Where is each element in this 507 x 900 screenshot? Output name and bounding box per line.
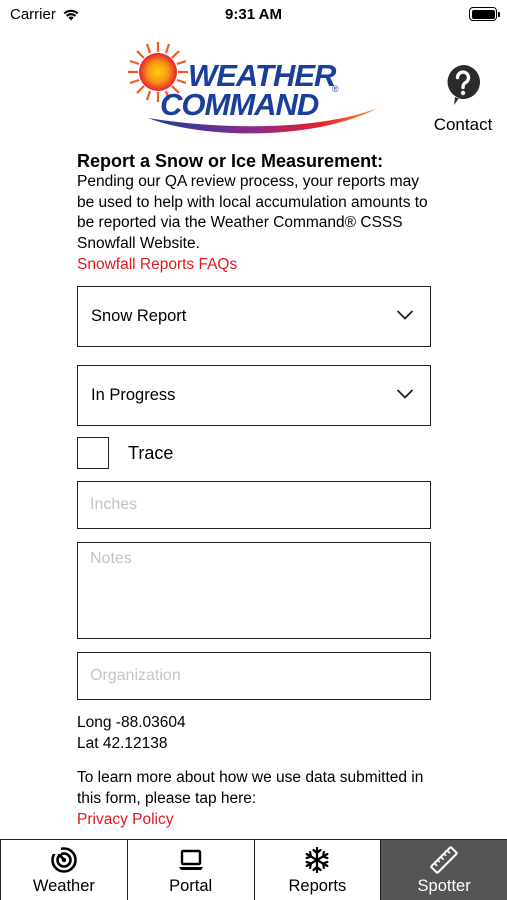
privacy-section: To learn more about how we use data subm… [77, 767, 437, 830]
weather-command-logo: WEATHER COMMAND ® [126, 36, 382, 140]
battery-icon [469, 7, 500, 21]
chevron-down-icon [396, 310, 414, 320]
location-coordinates: Long -88.03604 Lat 42.12138 [77, 712, 186, 754]
status-time: 9:31 AM [225, 6, 282, 23]
privacy-text: To learn more about how we use data subm… [77, 769, 424, 807]
tab-weather[interactable]: Weather [0, 840, 128, 900]
privacy-policy-link[interactable]: Privacy Policy [77, 809, 437, 830]
report-type-select[interactable]: Snow Report [77, 286, 431, 347]
contact-label: Contact [433, 115, 493, 134]
page-title: Report a Snow or Ice Measurement: [77, 151, 384, 171]
latitude-text: Lat 42.12138 [77, 735, 168, 752]
tab-reports-label: Reports [288, 877, 347, 895]
report-type-value: Snow Report [91, 307, 187, 325]
chevron-down-icon [396, 389, 414, 399]
tab-portal-label: Portal [169, 877, 213, 895]
tab-reports[interactable]: Reports [254, 840, 382, 900]
intro-description: Pending our QA review process, your repo… [77, 173, 428, 252]
help-question-icon [447, 65, 480, 105]
tab-spotter-label: Spotter [417, 877, 471, 895]
contact-button[interactable]: Contact [428, 64, 498, 135]
report-status-select[interactable]: In Progress [77, 365, 431, 426]
organization-input[interactable] [77, 652, 431, 700]
intro-section: Report a Snow or Ice Measurement: Pendin… [77, 150, 437, 275]
radar-icon [50, 847, 77, 873]
tab-bar: Weather Portal Reports Spotter [0, 839, 507, 900]
notes-textarea[interactable] [77, 542, 431, 639]
tab-portal[interactable]: Portal [127, 840, 255, 900]
trace-row: Trace [77, 437, 173, 469]
status-bar: Carrier 9:31 AM [0, 0, 507, 30]
snowflake-icon [305, 846, 329, 874]
longitude-text: Long -88.03604 [77, 714, 186, 731]
logo-text-command: COMMAND [160, 87, 319, 122]
tab-spotter[interactable]: Spotter [381, 840, 507, 900]
snowfall-faq-link[interactable]: Snowfall Reports FAQs [77, 254, 437, 275]
logo-registered-mark: ® [332, 84, 339, 94]
laptop-icon [178, 849, 203, 870]
tab-weather-label: Weather [32, 877, 95, 895]
report-status-value: In Progress [91, 386, 176, 404]
trace-label: Trace [128, 442, 174, 463]
inches-input[interactable] [77, 481, 431, 529]
trace-checkbox[interactable] [77, 437, 109, 469]
ruler-icon [430, 846, 458, 874]
